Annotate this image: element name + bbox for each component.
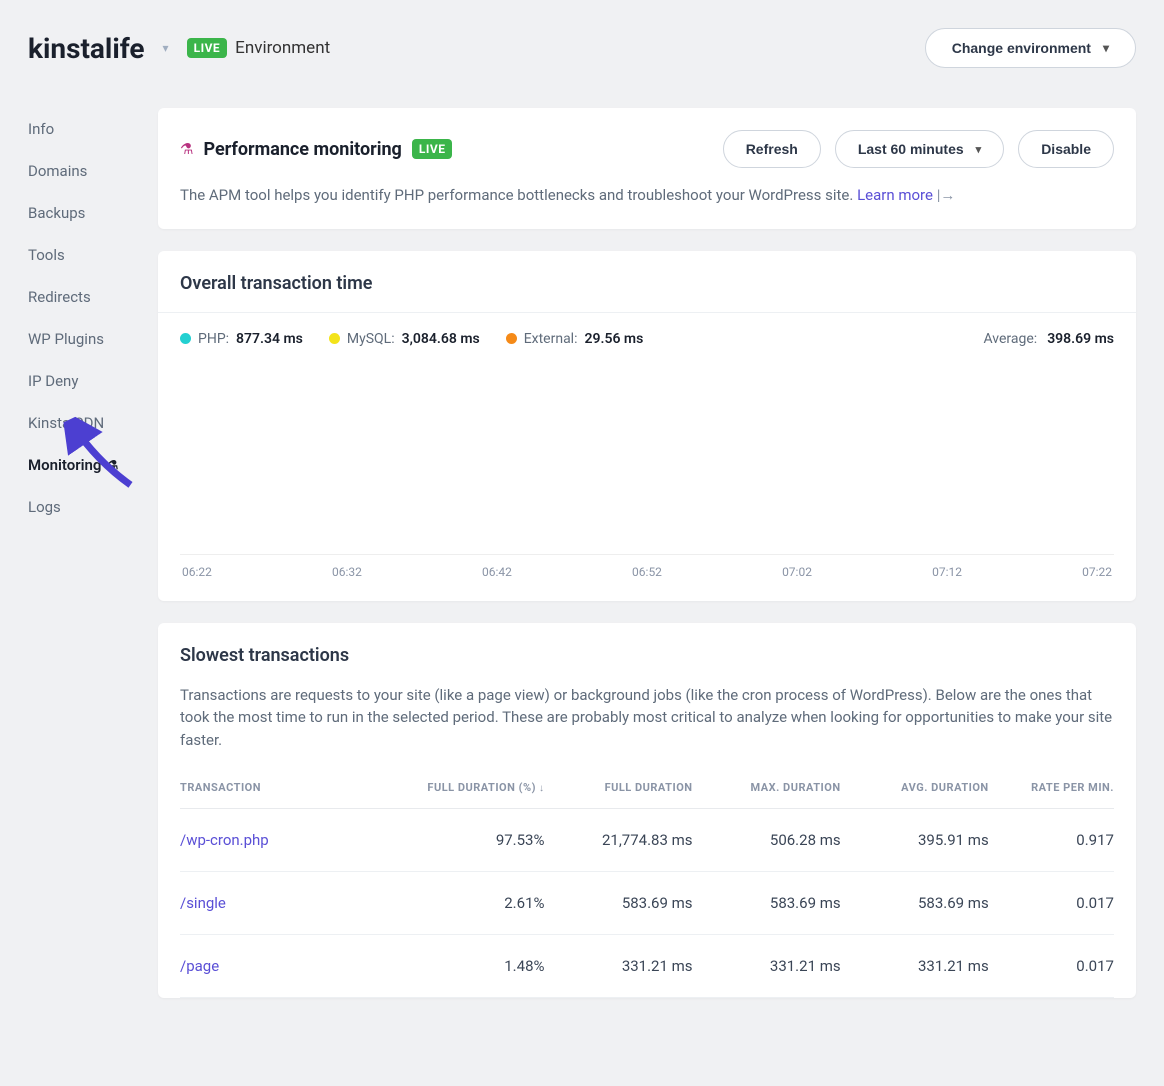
transaction-link[interactable]: /page [180,957,408,975]
chart-xaxis: 06:22 06:32 06:42 06:52 07:02 07:12 07:22 [180,565,1114,579]
sidebar-item-label: Logs [28,498,61,516]
mysql-legend-label: MySQL: [347,331,395,347]
env-badge: LIVE [187,38,228,58]
cell-full: 21,774.83 ms [544,831,692,849]
sidebar-item-backups[interactable]: Backups [28,192,138,234]
external-legend-label: External: [524,331,578,347]
overall-title: Overall transaction time [180,273,1114,294]
transaction-link[interactable]: /single [180,894,408,912]
sidebar-item-info[interactable]: Info [28,108,138,150]
site-name: kinstalife [28,32,145,65]
perf-card: ⚗ Performance monitoring LIVE Refresh La… [158,108,1136,229]
table-row: /page1.48%331.21 ms331.21 ms331.21 ms0.0… [180,935,1114,998]
avg-legend-val: 398.69 ms [1047,331,1114,347]
sidebar-item-redirects[interactable]: Redirects [28,276,138,318]
cell-full: 583.69 ms [544,894,692,912]
cell-pct: 97.53% [408,831,545,849]
cell-max: 331.21 ms [693,957,841,975]
table-row: /single2.61%583.69 ms583.69 ms583.69 ms0… [180,872,1114,935]
timerange-label: Last 60 minutes [858,141,964,157]
th-max[interactable]: MAX. DURATION [693,781,841,794]
cell-rate: 0.917 [989,831,1114,849]
refresh-button[interactable]: Refresh [723,130,821,168]
site-chevron-icon[interactable]: ▾ [163,41,169,55]
table-row: /wp-cron.php97.53%21,774.83 ms506.28 ms3… [180,809,1114,872]
xaxis-tick: 07:02 [782,565,812,579]
sidebar-item-ip-deny[interactable]: IP Deny [28,360,138,402]
sidebar-item-label: WP Plugins [28,330,104,348]
xaxis-tick: 06:42 [482,565,512,579]
sidebar-item-label: Domains [28,162,87,180]
beaker-icon: ⚗ [107,458,118,472]
xaxis-tick: 07:12 [932,565,962,579]
cell-avg: 331.21 ms [841,957,989,975]
sidebar-item-kinsta-cdn[interactable]: Kinsta CDN [28,402,138,444]
xaxis-tick: 07:22 [1082,565,1112,579]
timerange-button[interactable]: Last 60 minutes ▾ [835,130,1004,168]
table-header: TRANSACTION FULL DURATION (%)↓ FULL DURA… [180,767,1114,809]
sidebar: Info Domains Backups Tools Redirects WP Plugi… [28,108,138,998]
sidebar-item-monitoring[interactable]: Monitoring ⚗ [28,444,138,486]
th-full[interactable]: FULL DURATION [544,781,692,794]
cell-max: 506.28 ms [693,831,841,849]
cell-avg: 395.91 ms [841,831,989,849]
avg-legend-label: Average: [984,331,1038,347]
beaker-icon: ⚗ [180,140,193,158]
learn-more-link[interactable]: Learn more [857,186,933,204]
external-link-icon: |→ [937,186,956,204]
sidebar-item-logs[interactable]: Logs [28,486,138,528]
cell-rate: 0.017 [989,957,1114,975]
xaxis-tick: 06:22 [182,565,212,579]
php-dot-icon [180,333,191,344]
sidebar-item-label: Info [28,120,54,138]
cell-pct: 2.61% [408,894,545,912]
slowest-desc: Transactions are requests to your site (… [180,684,1114,752]
sidebar-item-label: Redirects [28,288,91,306]
php-legend-label: PHP: [198,331,229,347]
chevron-down-icon: ▾ [976,143,982,156]
sidebar-item-label: Monitoring [28,456,101,474]
env-label: Environment [235,38,330,58]
chart [180,357,1114,557]
sidebar-item-label: Backups [28,204,85,222]
disable-button[interactable]: Disable [1018,130,1114,168]
sidebar-item-label: Tools [28,246,65,264]
cell-max: 583.69 ms [693,894,841,912]
external-legend-val: 29.56 ms [584,331,643,347]
cell-rate: 0.017 [989,894,1114,912]
perf-desc: The APM tool helps you identify PHP perf… [180,184,1114,207]
change-environment-button[interactable]: Change environment ▾ [925,28,1136,68]
xaxis-tick: 06:52 [632,565,662,579]
mysql-legend-val: 3,084.68 ms [402,331,480,347]
slowest-title: Slowest transactions [180,645,1114,666]
php-legend-val: 877.34 ms [236,331,303,347]
overall-card: Overall transaction time PHP: 877.34 ms … [158,251,1136,601]
chevron-down-icon: ▾ [1103,41,1109,55]
xaxis-tick: 06:32 [332,565,362,579]
slowest-card: Slowest transactions Transactions are re… [158,623,1136,999]
change-environment-label: Change environment [952,40,1091,56]
sidebar-item-tools[interactable]: Tools [28,234,138,276]
sidebar-item-label: Kinsta CDN [28,414,104,432]
th-full-pct[interactable]: FULL DURATION (%)↓ [408,781,545,794]
sidebar-item-wp-plugins[interactable]: WP Plugins [28,318,138,360]
transaction-link[interactable]: /wp-cron.php [180,831,408,849]
cell-full: 331.21 ms [544,957,692,975]
cell-avg: 583.69 ms [841,894,989,912]
mysql-dot-icon [329,333,340,344]
th-avg[interactable]: AVG. DURATION [841,781,989,794]
sidebar-item-label: IP Deny [28,372,78,390]
chart-legend: PHP: 877.34 ms MySQL: 3,084.68 ms Extern… [180,331,1114,347]
th-rate[interactable]: RATE PER MIN. [989,781,1114,794]
th-transaction[interactable]: TRANSACTION [180,781,408,794]
external-dot-icon [506,333,517,344]
perf-badge: LIVE [412,139,453,159]
sidebar-item-domains[interactable]: Domains [28,150,138,192]
cell-pct: 1.48% [408,957,545,975]
perf-title: Performance monitoring [203,139,401,160]
